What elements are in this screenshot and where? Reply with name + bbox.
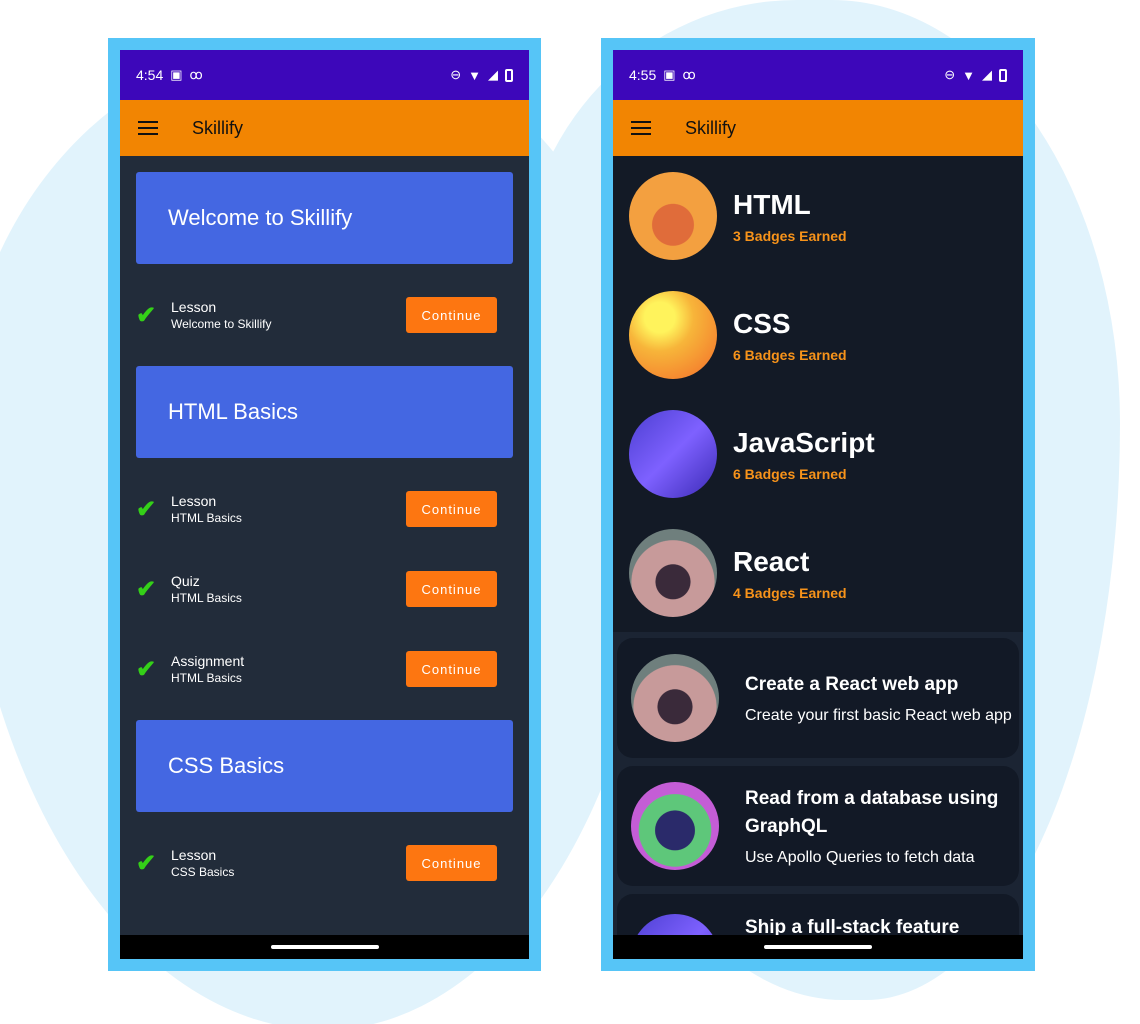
list-item: ✔ Lesson HTML Basics Continue: [136, 480, 513, 538]
course-list: Welcome to Skillify ✔ Lesson Welcome to …: [120, 156, 529, 959]
badge-count: 4 Badges Earned: [733, 584, 847, 601]
section-title: Welcome to Skillify: [168, 205, 353, 230]
app-title: Skillify: [192, 117, 244, 138]
wifi-icon: ▼: [468, 67, 481, 83]
continue-button[interactable]: Continue: [406, 491, 497, 527]
dnd-icon: ⊖: [450, 67, 462, 82]
girl-desk-avatar: [629, 528, 717, 617]
voicemail-icon: ꝏ: [189, 67, 203, 82]
section-card[interactable]: Welcome to Skillify: [136, 172, 513, 264]
phone-right: 4:55 ▣ ꝏ ⊖ ▼ ◢ Skillify HTML 3 Badges Ea…: [601, 38, 1035, 971]
item-subtitle: HTML Basics: [171, 670, 242, 685]
project-title: Create a React web app: [745, 674, 959, 695]
badge-row[interactable]: React 4 Badges Earned: [613, 513, 1023, 632]
girl-desk-avatar: [631, 654, 719, 742]
hamburger-icon[interactable]: [631, 121, 651, 135]
check-icon: ✔: [136, 495, 157, 523]
badge-title: React: [733, 545, 810, 577]
battery-icon: [999, 68, 1007, 82]
check-icon: ✔: [136, 849, 157, 877]
signal-icon: ◢: [982, 67, 992, 82]
project-list: Create a React web app Create your first…: [613, 632, 1023, 959]
item-subtitle: HTML Basics: [171, 590, 242, 605]
signal-icon: ◢: [488, 67, 498, 82]
phone-screen: 4:55 ▣ ꝏ ⊖ ▼ ◢ Skillify HTML 3 Badges Ea…: [613, 50, 1023, 959]
home-indicator[interactable]: [764, 945, 872, 949]
item-subtitle: CSS Basics: [171, 864, 235, 879]
nav-bar: [120, 935, 529, 959]
project-description: Use Apollo Queries to fetch data: [745, 849, 975, 866]
badge-row[interactable]: CSS 6 Badges Earned: [613, 275, 1023, 394]
continue-button[interactable]: Continue: [406, 845, 497, 881]
badges-list: HTML 3 Badges Earned CSS 6 Badges Earned…: [613, 156, 1023, 959]
continue-button[interactable]: Continue: [406, 571, 497, 607]
project-card[interactable]: Create a React web app Create your first…: [617, 638, 1019, 758]
badge-row[interactable]: HTML 3 Badges Earned: [613, 156, 1023, 275]
wifi-icon: ▼: [962, 67, 975, 83]
status-bar: 4:54 ▣ ꝏ ⊖ ▼ ◢: [120, 50, 529, 100]
badge-row[interactable]: JavaScript 6 Badges Earned: [613, 394, 1023, 513]
battery-icon: [505, 68, 513, 82]
section-card[interactable]: CSS Basics: [136, 720, 513, 812]
section-card[interactable]: HTML Basics: [136, 366, 513, 458]
item-subtitle: Welcome to Skillify: [171, 316, 272, 331]
badge-count: 3 Badges Earned: [733, 227, 847, 244]
item-type: Assignment: [171, 652, 245, 669]
status-bar: 4:55 ▣ ꝏ ⊖ ▼ ◢: [613, 50, 1023, 100]
bear-sailor-avatar: [629, 290, 717, 379]
dnd-icon: ⊖: [944, 67, 956, 82]
status-time: 4:55: [629, 67, 657, 83]
sim-icon: ▣: [663, 67, 676, 82]
list-item: ✔ Assignment HTML Basics Continue: [136, 640, 513, 698]
app-bar: Skillify: [613, 100, 1023, 156]
stage: 4:54 ▣ ꝏ ⊖ ▼ ◢ Skillify Welcome to Skill…: [0, 0, 1140, 1024]
hamburger-icon[interactable]: [138, 121, 158, 135]
item-type: Lesson: [171, 492, 217, 509]
item-type: Quiz: [171, 572, 200, 589]
project-card[interactable]: Read from a database using GraphQL Use A…: [617, 766, 1019, 886]
cubes-avatar: [629, 409, 717, 498]
project-title: Read from a database using GraphQL: [745, 788, 999, 837]
section-title: HTML Basics: [168, 399, 298, 424]
item-type: Lesson: [171, 846, 217, 863]
check-icon: ✔: [136, 301, 157, 329]
item-type: Lesson: [171, 298, 217, 315]
badge-count: 6 Badges Earned: [733, 346, 847, 363]
voicemail-icon: ꝏ: [682, 67, 696, 82]
list-item: ✔ Quiz HTML Basics Continue: [136, 560, 513, 618]
badge-title: JavaScript: [733, 426, 875, 458]
sim-icon: ▣: [170, 67, 183, 82]
project-description: Create your first basic React web app: [745, 707, 1012, 724]
badge-count: 6 Badges Earned: [733, 465, 847, 482]
app-bar: Skillify: [120, 100, 529, 156]
continue-button[interactable]: Continue: [406, 297, 497, 333]
nav-bar: [613, 935, 1023, 959]
item-subtitle: HTML Basics: [171, 510, 242, 525]
fox-goggles-avatar: [629, 171, 717, 260]
continue-button[interactable]: Continue: [406, 651, 497, 687]
house-avatar: [631, 782, 719, 870]
list-item: ✔ Lesson Welcome to Skillify Continue: [136, 286, 513, 344]
phone-screen: 4:54 ▣ ꝏ ⊖ ▼ ◢ Skillify Welcome to Skill…: [120, 50, 529, 959]
badge-title: CSS: [733, 307, 791, 339]
app-title: Skillify: [685, 117, 737, 138]
section-title: CSS Basics: [168, 753, 285, 778]
list-item: ✔ Lesson CSS Basics Continue: [136, 834, 513, 892]
check-icon: ✔: [136, 575, 157, 603]
phone-left: 4:54 ▣ ꝏ ⊖ ▼ ◢ Skillify Welcome to Skill…: [108, 38, 541, 971]
check-icon: ✔: [136, 655, 157, 683]
status-time: 4:54: [136, 67, 164, 83]
home-indicator[interactable]: [270, 945, 379, 949]
badge-title: HTML: [733, 188, 811, 220]
